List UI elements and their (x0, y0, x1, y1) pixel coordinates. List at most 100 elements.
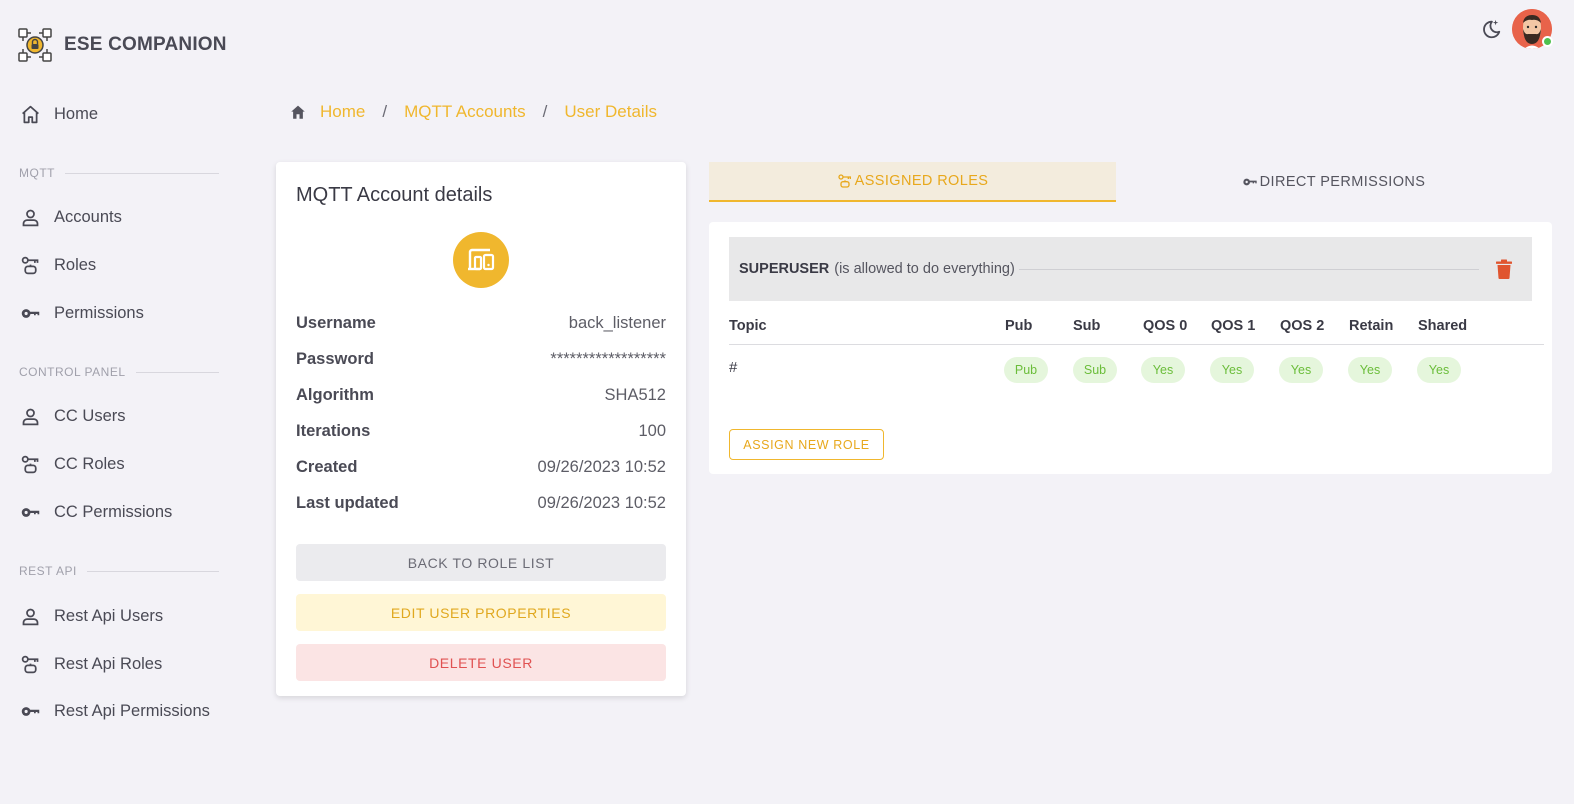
person-icon (22, 408, 39, 425)
detail-value: 09/26/2023 10:52 (537, 493, 666, 512)
sidebar-item-permissions[interactable]: Permissions (20, 299, 144, 327)
qos2-badge: Yes (1279, 357, 1323, 383)
card-title: MQTT Account details (296, 184, 493, 206)
app-title: ESE COMPANION (64, 34, 227, 55)
delete-user-button[interactable]: DELETE USER (296, 644, 666, 681)
divider (1018, 268, 1479, 270)
detail-row-password: Password ****************** (296, 347, 666, 371)
sidebar-item-label: Accounts (54, 207, 122, 226)
sidebar-item-cc-permissions[interactable]: CC Permissions (20, 498, 172, 526)
breadcrumb-home[interactable]: Home (320, 102, 365, 122)
sidebar-item-label: CC Permissions (54, 502, 173, 521)
sidebar-section-rest-api: REST API (19, 564, 219, 578)
sidebar-item-label: Permissions (54, 303, 144, 322)
sidebar-item-roles[interactable]: Roles (20, 251, 96, 279)
person-icon (22, 608, 39, 625)
table-header-divider (729, 344, 1544, 345)
sidebar-section-label: CONTROL PANEL (19, 365, 126, 379)
sidebar-item-label: CC Roles (54, 454, 125, 473)
roles-icon (21, 455, 39, 473)
sidebar-item-cc-roles[interactable]: CC Roles (20, 450, 125, 478)
pub-badge: Pub (1004, 357, 1048, 383)
sidebar-item-label: Home (54, 104, 99, 123)
sidebar-item-rest-api-users[interactable]: Rest Api Users (20, 602, 163, 630)
sidebar-item-home[interactable]: Home (20, 100, 98, 128)
sidebar-item-label: Rest Api Permissions (54, 701, 210, 720)
detail-row-created: Created 09/26/2023 10:52 (296, 455, 666, 479)
home-icon (22, 105, 39, 123)
detail-label: Created (296, 457, 358, 476)
edit-user-properties-button[interactable]: EDIT USER PROPERTIES (296, 594, 666, 631)
detail-value: 100 (638, 421, 666, 440)
sidebar-item-cc-users[interactable]: CC Users (20, 402, 126, 430)
roles-icon (21, 655, 39, 673)
account-details-card: MQTT Account details Username back_liste… (276, 162, 686, 696)
detail-label: Password (296, 349, 374, 368)
sidebar-section-mqtt: MQTT (19, 166, 219, 180)
home-icon[interactable] (289, 103, 307, 121)
online-status-indicator (1542, 36, 1553, 47)
sidebar-item-rest-api-roles[interactable]: Rest Api Roles (20, 650, 162, 678)
roles-icon (837, 174, 851, 188)
sidebar-item-accounts[interactable]: Accounts (20, 203, 122, 231)
detail-value: 09/26/2023 10:52 (537, 457, 666, 476)
breadcrumb-separator: / (382, 102, 388, 121)
breadcrumb: Home / MQTT Accounts / User Details (289, 100, 657, 124)
column-header-topic: Topic (729, 318, 767, 334)
sidebar-section-label: MQTT (19, 166, 55, 180)
shared-badge: Yes (1417, 357, 1461, 383)
assign-new-role-button[interactable]: ASSIGN NEW ROLE (729, 429, 884, 460)
column-header-qos1: QOS 1 (1211, 318, 1256, 334)
breadcrumb-user-details[interactable]: User Details (564, 102, 657, 122)
roles-icon (21, 256, 39, 274)
key-icon (21, 706, 40, 716)
detail-row-algorithm: Algorithm SHA512 (296, 383, 666, 407)
sidebar-item-label: Roles (54, 255, 97, 274)
qos1-badge: Yes (1210, 357, 1254, 383)
key-icon (21, 308, 40, 318)
tab-assigned-roles[interactable]: ASSIGNED ROLES (709, 162, 1116, 202)
detail-label: Algorithm (296, 385, 374, 404)
avatar[interactable] (1512, 9, 1553, 49)
key-icon (1243, 178, 1257, 186)
column-header-pub: Pub (1005, 318, 1033, 334)
role-description: (is allowed to do everything) (834, 261, 1015, 277)
detail-row-iterations: Iterations 100 (296, 419, 666, 443)
column-header-shared: Shared (1418, 318, 1468, 334)
devices-icon (468, 248, 495, 271)
sidebar-item-rest-api-permissions[interactable]: Rest Api Permissions (20, 697, 210, 725)
detail-label: Last updated (296, 493, 399, 512)
column-header-sub: Sub (1073, 318, 1101, 334)
person-icon (22, 209, 39, 226)
detail-value: SHA512 (604, 385, 666, 404)
back-to-role-list-button[interactable]: BACK TO ROLE LIST (296, 544, 666, 581)
tab-label: ASSIGNED ROLES (854, 173, 989, 189)
key-icon (21, 507, 40, 517)
role-name: SUPERUSER (739, 261, 830, 277)
brand[interactable]: ESE COMPANION (18, 28, 227, 62)
sidebar-item-label: Rest Api Users (54, 606, 164, 625)
role-header[interactable]: SUPERUSER (is allowed to do everything) (729, 237, 1532, 301)
account-avatar (453, 232, 509, 288)
detail-row-username: Username back_listener (296, 311, 666, 335)
app-logo-icon (18, 28, 52, 62)
table-cell-topic: # (729, 359, 738, 376)
retain-badge: Yes (1348, 357, 1392, 383)
tab-direct-permissions[interactable]: DIRECT PERMISSIONS (1130, 162, 1537, 202)
detail-row-last-updated: Last updated 09/26/2023 10:52 (296, 491, 666, 515)
detail-value: back_listener (568, 313, 666, 332)
assigned-roles-panel: SUPERUSER (is allowed to do everything) … (709, 222, 1552, 474)
sidebar-section-control-panel: CONTROL PANEL (19, 365, 219, 379)
column-header-retain: Retain (1349, 318, 1394, 334)
detail-label: Username (296, 313, 376, 332)
sidebar-item-label: Rest Api Roles (54, 654, 163, 673)
detail-value: ****************** (550, 349, 666, 368)
column-header-qos0: QOS 0 (1143, 318, 1188, 334)
qos0-badge: Yes (1141, 357, 1185, 383)
sidebar-item-label: CC Users (54, 406, 126, 425)
trash-icon[interactable] (1495, 259, 1513, 279)
detail-label: Iterations (296, 421, 371, 440)
breadcrumb-mqtt-accounts[interactable]: MQTT Accounts (404, 102, 526, 122)
breadcrumb-separator: / (542, 102, 548, 121)
moon-star-icon[interactable] (1480, 18, 1502, 40)
